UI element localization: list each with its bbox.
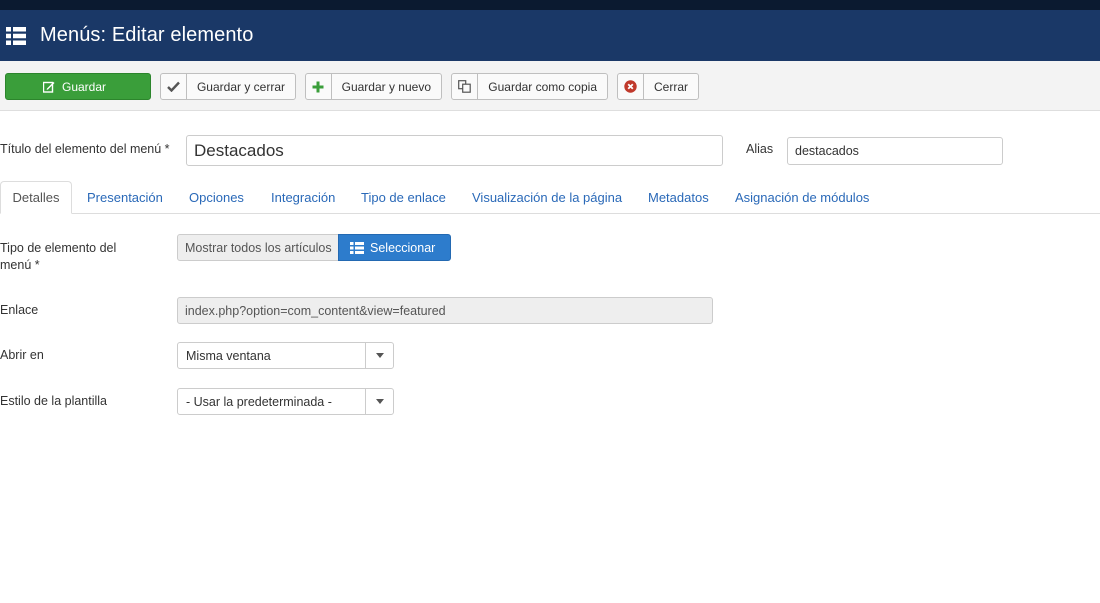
select-button-label: Seleccionar <box>370 240 436 255</box>
menu-type-label-line1: Tipo de elemento del <box>0 241 117 255</box>
close-circle-icon <box>618 74 644 99</box>
close-button[interactable]: Cerrar <box>617 73 699 100</box>
template-style-label: Estilo de la plantilla <box>0 394 108 408</box>
tab-visualizacion[interactable]: Visualización de la página <box>472 181 622 214</box>
menu-type-field: Mostrar todos los artículos <box>177 234 339 261</box>
edit-icon <box>40 81 58 93</box>
page-title: Menús: Editar elemento <box>40 24 254 46</box>
check-icon <box>161 74 187 99</box>
open-in-label: Abrir en <box>0 348 44 362</box>
plus-icon <box>306 74 332 99</box>
menu-type-label: Tipo de elemento del menú * <box>0 240 116 274</box>
tab-asignacion-modulos[interactable]: Asignación de módulos <box>735 181 869 214</box>
tab-detalles[interactable]: Detalles <box>0 181 72 214</box>
tab-metadatos[interactable]: Metadatos <box>648 181 709 214</box>
template-style-select[interactable]: - Usar la predeterminada - <box>177 388 394 415</box>
title-label: Título del elemento del menú * <box>0 142 170 156</box>
list-icon <box>350 241 364 254</box>
copy-icon <box>452 74 479 99</box>
tab-opciones[interactable]: Opciones <box>189 181 244 214</box>
open-in-value: Misma ventana <box>186 348 271 363</box>
alias-input[interactable]: destacados <box>787 137 1003 165</box>
save-label: Guardar <box>61 79 107 94</box>
tab-integracion[interactable]: Integración <box>271 181 335 214</box>
caret-down-icon <box>365 343 393 368</box>
top-strip <box>0 0 1100 10</box>
close-label: Cerrar <box>653 79 688 94</box>
link-field: index.php?option=com_content&view=featur… <box>177 297 713 324</box>
save-copy-button[interactable]: Guardar como copia <box>451 73 608 100</box>
template-style-value: - Usar la predeterminada - <box>186 394 332 409</box>
open-in-select[interactable]: Misma ventana <box>177 342 394 369</box>
link-label: Enlace <box>0 303 39 317</box>
list-icon <box>6 26 26 45</box>
save-close-label: Guardar y cerrar <box>196 79 285 94</box>
save-close-button[interactable]: Guardar y cerrar <box>160 73 296 100</box>
save-new-label: Guardar y nuevo <box>341 79 431 94</box>
title-input[interactable]: Destacados <box>186 135 723 166</box>
save-button[interactable]: Guardar <box>5 73 151 100</box>
caret-down-icon <box>365 389 393 414</box>
tab-presentacion[interactable]: Presentación <box>87 181 163 214</box>
select-button[interactable]: Seleccionar <box>338 234 451 261</box>
tab-bar: Detalles Presentación Opciones Integraci… <box>0 181 1100 214</box>
page-header: Menús: Editar elemento <box>0 10 1100 61</box>
toolbar: Guardar Guardar y cerrar Guardar y nuevo… <box>0 61 1100 111</box>
alias-label: Alias <box>746 142 774 156</box>
tab-tipo-enlace[interactable]: Tipo de enlace <box>361 181 446 214</box>
save-copy-label: Guardar como copia <box>488 79 597 94</box>
save-new-button[interactable]: Guardar y nuevo <box>305 73 442 100</box>
menu-type-label-line2: menú * <box>0 258 40 272</box>
